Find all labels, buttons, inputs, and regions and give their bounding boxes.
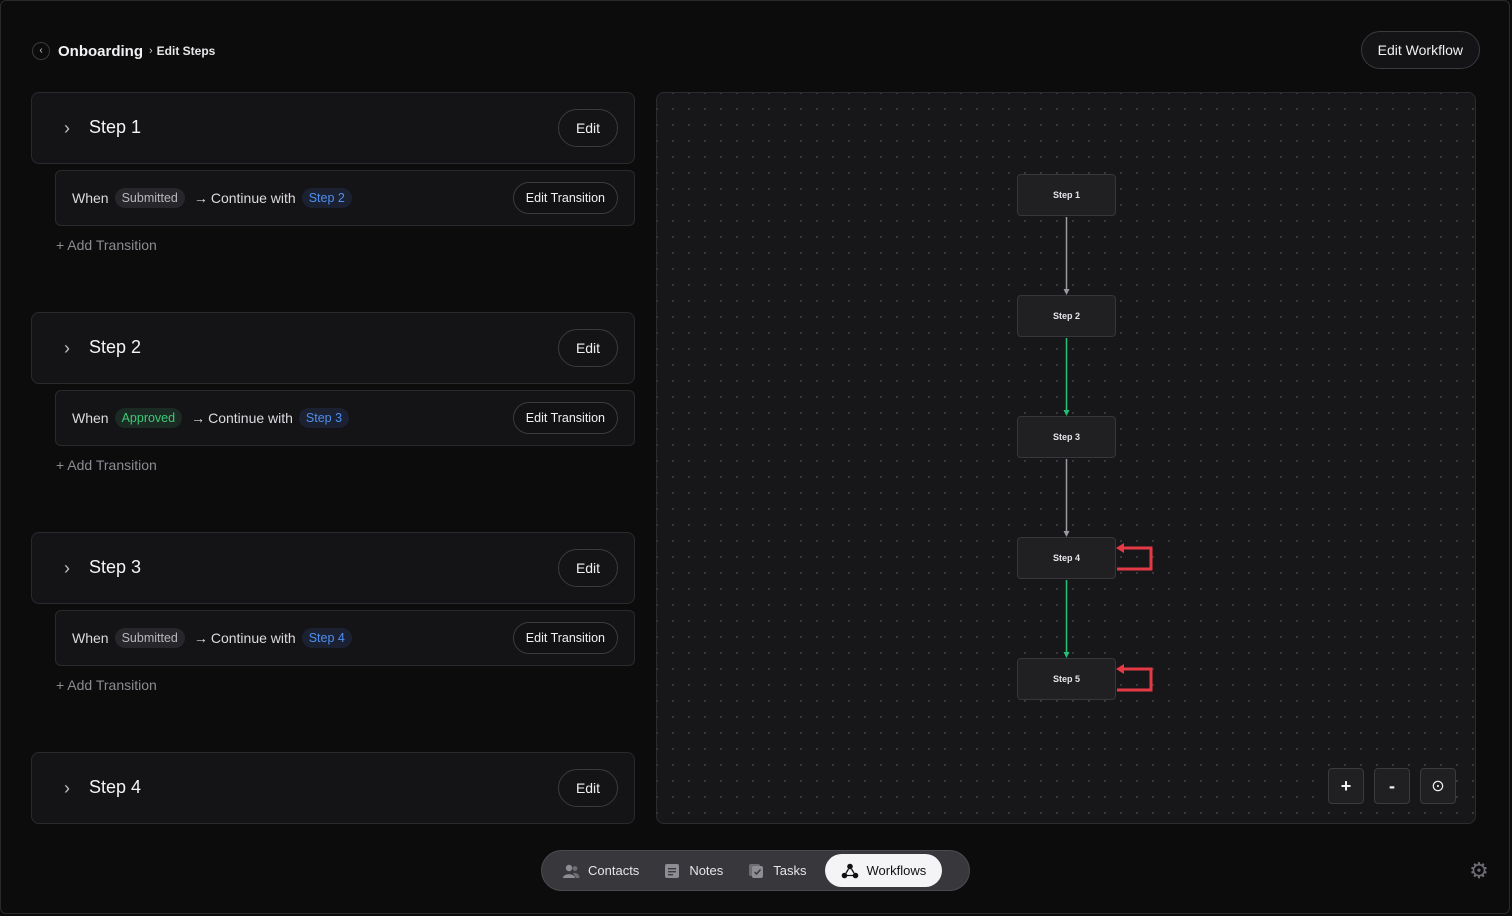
breadcrumb-title[interactable]: Onboarding [58,43,143,60]
edit-workflow-button[interactable]: Edit Workflow [1360,31,1480,69]
graph-node-step1[interactable]: Step 1 [1017,174,1116,216]
chevron-right-icon[interactable]: › [58,119,76,137]
back-icon[interactable]: ‹ [32,42,50,60]
step-card[interactable]: › Step 1 Edit [31,92,635,164]
nav-item-contacts[interactable]: Contacts [556,854,651,887]
graph-node-step3[interactable]: Step 3 [1017,416,1116,458]
continue-with-label: Continue with [208,410,293,426]
gear-icon[interactable]: ⚙ [1468,860,1490,882]
nav-label: Workflows [866,863,927,878]
nav-label: Tasks [773,863,807,878]
add-transition-link[interactable]: + Add Transition [56,237,157,253]
arrow-right-icon: → [193,190,208,206]
workflow-canvas[interactable]: Step 1 Step 2 Step 3 Step 4 Step 5 + - ⊙ [656,92,1476,824]
fit-view-button[interactable]: ⊙ [1420,768,1456,804]
edit-step-button[interactable]: Edit [558,109,618,147]
nav-label: Contacts [588,863,640,878]
transition-when-label: When [72,410,109,426]
graph-node-step5[interactable]: Step 5 [1017,658,1116,700]
nav-item-tasks[interactable]: Tasks [741,854,818,887]
transition-row: When Submitted → Continue with Step 2 Ed… [55,170,635,226]
chevron-right-icon[interactable]: › [58,339,76,357]
target-step-badge: Step 2 [301,188,352,208]
add-transition-link[interactable]: + Add Transition [56,457,157,473]
condition-badge: Submitted [114,188,185,208]
step-title: Step 3 [89,557,142,577]
step-title: Step 2 [89,337,142,357]
transition-when-label: When [72,630,109,646]
bottom-nav: Contacts Notes Tasks Workflows [541,850,970,891]
step-card[interactable]: › Step 4 Edit [31,752,635,824]
edit-transition-button[interactable]: Edit Transition [512,622,618,654]
contacts-icon [562,862,580,880]
zoom-in-button[interactable]: + [1328,768,1364,804]
condition-badge: Submitted [114,628,185,648]
condition-badge: Approved [114,408,183,428]
graph-node-step4[interactable]: Step 4 [1017,537,1116,579]
edit-step-button[interactable]: Edit [558,549,618,587]
edit-step-button[interactable]: Edit [558,329,618,367]
continue-with-label: Continue with [210,630,296,646]
transition-when-label: When [72,190,109,206]
breadcrumb: ‹ Onboarding › Edit Steps [32,38,215,64]
add-transition-link[interactable]: + Add Transition [56,677,157,693]
tasks-icon [747,862,765,880]
target-step-badge: Step 3 [298,408,350,428]
notes-icon [663,862,681,880]
arrow-right-icon: → [191,410,206,426]
arrow-right-icon: → [193,630,208,646]
nav-label: Notes [689,863,724,878]
step-title: Step 1 [89,117,142,137]
workflows-icon [841,862,859,880]
edit-step-button[interactable]: Edit [558,769,618,807]
step-title: Step 4 [89,777,142,797]
continue-with-label: Continue with [210,190,296,206]
breadcrumb-separator: › [149,45,153,57]
chevron-right-icon[interactable]: › [58,559,76,577]
step-card[interactable]: › Step 2 Edit [31,312,635,384]
self-loop-arrowhead [1116,543,1124,553]
edit-transition-button[interactable]: Edit Transition [512,402,618,434]
chevron-right-icon[interactable]: › [58,779,76,797]
transition-row: When Approved → Continue with Step 3 Edi… [55,390,635,446]
edit-transition-button[interactable]: Edit Transition [512,182,618,214]
self-loop-arrowhead [1116,664,1124,674]
zoom-out-button[interactable]: - [1374,768,1410,804]
step-card[interactable]: › Step 3 Edit [31,532,635,604]
target-step-badge: Step 4 [301,628,352,648]
nav-item-workflows[interactable]: Workflows [824,854,943,887]
breadcrumb-current: Edit Steps [156,44,216,58]
transition-row: When Submitted → Continue with Step 4 Ed… [55,610,635,666]
nav-item-notes[interactable]: Notes [657,854,735,887]
graph-node-step2[interactable]: Step 2 [1017,295,1116,337]
